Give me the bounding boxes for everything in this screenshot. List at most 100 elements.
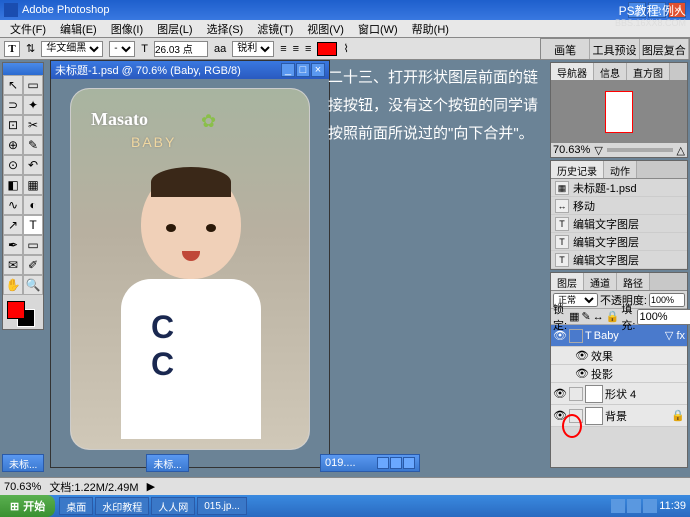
- start-button[interactable]: ⊞开始: [0, 495, 55, 517]
- wand-tool[interactable]: ✦: [23, 95, 43, 115]
- tab-channels[interactable]: 通道: [584, 273, 617, 290]
- lock-move-icon[interactable]: ↔: [593, 311, 604, 323]
- tab-paths[interactable]: 路径: [617, 273, 650, 290]
- menu-view[interactable]: 视图(V): [301, 19, 350, 39]
- tab-history[interactable]: 历史记录: [551, 161, 604, 178]
- doc-close-button[interactable]: ×: [311, 63, 325, 77]
- layer-item-baby[interactable]: 👁TBaby▽ fx: [551, 325, 687, 347]
- tab-tool-presets[interactable]: 工具预设: [590, 39, 639, 59]
- pen-tool[interactable]: ✒: [3, 235, 23, 255]
- history-item[interactable]: ↔移动: [551, 197, 687, 215]
- taskbar-item[interactable]: 015.jp...: [197, 497, 247, 515]
- doc2-min[interactable]: [377, 457, 389, 469]
- zoom-in-icon[interactable]: △: [677, 144, 685, 157]
- visibility-icon[interactable]: 👁: [553, 387, 567, 401]
- tray-icon[interactable]: [627, 499, 641, 513]
- menu-edit[interactable]: 编辑(E): [54, 19, 103, 39]
- fill-input[interactable]: [637, 309, 690, 325]
- crop-tool[interactable]: ⊡: [3, 115, 23, 135]
- status-zoom[interactable]: 70.63%: [4, 481, 41, 493]
- tray-icon[interactable]: [643, 499, 657, 513]
- status-arrow-icon[interactable]: ▶: [147, 480, 155, 493]
- align-right-icon[interactable]: ≡: [305, 43, 311, 55]
- doc2-close[interactable]: [403, 457, 415, 469]
- orientation-icon[interactable]: ⇅: [26, 42, 35, 55]
- brush-tool[interactable]: ✎: [23, 135, 43, 155]
- notes-tool[interactable]: ✉: [3, 255, 23, 275]
- lock-paint-icon[interactable]: ✎: [581, 310, 590, 323]
- tab-layers[interactable]: 图层: [551, 273, 584, 290]
- tray-icon[interactable]: [611, 499, 625, 513]
- history-item[interactable]: T编辑文字图层: [551, 233, 687, 251]
- menu-help[interactable]: 帮助(H): [406, 19, 455, 39]
- align-left-icon[interactable]: ≡: [280, 43, 286, 55]
- tab-actions[interactable]: 动作: [604, 161, 637, 178]
- fg-color[interactable]: [7, 301, 25, 319]
- history-item[interactable]: T编辑文字图层: [551, 215, 687, 233]
- document-titlebar[interactable]: 未标题-1.psd @ 70.6% (Baby, RGB/8) _□×: [51, 61, 329, 79]
- menu-select[interactable]: 选择(S): [201, 19, 250, 39]
- align-center-icon[interactable]: ≡: [293, 43, 299, 55]
- eye-icon[interactable]: 👁: [575, 349, 589, 362]
- hand-tool[interactable]: ✋: [3, 275, 23, 295]
- taskbar-item[interactable]: 桌面: [59, 497, 93, 515]
- visibility-icon[interactable]: 👁: [553, 329, 567, 343]
- navigator-preview[interactable]: [551, 81, 687, 143]
- canvas[interactable]: Masato BABY ✿: [71, 89, 309, 449]
- slice-tool[interactable]: ✂: [23, 115, 43, 135]
- font-size-input[interactable]: [154, 41, 208, 57]
- status-docsize[interactable]: 文档:1.22M/2.49M: [49, 479, 138, 495]
- doc-max-button[interactable]: □: [296, 63, 310, 77]
- move-tool[interactable]: ↖: [3, 75, 23, 95]
- doc-tab-2[interactable]: 未标...: [146, 454, 188, 472]
- text-color-swatch[interactable]: [317, 42, 337, 56]
- link-icon[interactable]: [569, 387, 583, 401]
- tab-brushes[interactable]: 画笔: [541, 39, 590, 59]
- toolbox-title[interactable]: [3, 63, 43, 75]
- layer-effects[interactable]: 👁效果: [551, 347, 687, 365]
- clock[interactable]: 11:39: [659, 500, 686, 512]
- link-icon[interactable]: [569, 329, 583, 343]
- historybrush-tool[interactable]: ↶: [23, 155, 43, 175]
- zoom-slider[interactable]: [607, 148, 673, 152]
- warp-text-icon[interactable]: ⌇: [343, 42, 348, 55]
- menu-image[interactable]: 图像(I): [105, 19, 149, 39]
- doc-tab-1[interactable]: 未标...: [2, 454, 44, 472]
- document-window-2[interactable]: 019....: [320, 454, 420, 472]
- antialiasing-select[interactable]: 锐利: [232, 41, 274, 57]
- blur-tool[interactable]: ∿: [3, 195, 23, 215]
- tab-histogram[interactable]: 直方图: [627, 63, 670, 80]
- lasso-tool[interactable]: ⊃: [3, 95, 23, 115]
- tab-layer-comps[interactable]: 图层复合: [640, 39, 689, 59]
- doc-min-button[interactable]: _: [281, 63, 295, 77]
- layer-dropshadow[interactable]: 👁投影: [551, 365, 687, 383]
- eyedropper-tool[interactable]: ✐: [23, 255, 43, 275]
- history-item[interactable]: T编辑文字图层: [551, 251, 687, 269]
- menu-file[interactable]: 文件(F): [4, 19, 52, 39]
- layer-item-shape4[interactable]: 👁形状 4: [551, 383, 687, 405]
- shape-tool[interactable]: ▭: [23, 235, 43, 255]
- tab-navigator[interactable]: 导航器: [551, 63, 594, 80]
- tab-info[interactable]: 信息: [594, 63, 627, 80]
- type-tool-icon[interactable]: T: [4, 41, 20, 57]
- healing-tool[interactable]: ⊕: [3, 135, 23, 155]
- taskbar-item[interactable]: 人人网: [151, 497, 195, 515]
- zoom-out-icon[interactable]: ▽: [594, 144, 602, 157]
- lock-all-icon[interactable]: 🔒: [606, 310, 620, 323]
- marquee-tool[interactable]: ▭: [23, 75, 43, 95]
- gradient-tool[interactable]: ▦: [23, 175, 43, 195]
- zoom-tool[interactable]: 🔍: [23, 275, 43, 295]
- path-tool[interactable]: ↗: [3, 215, 23, 235]
- font-style-select[interactable]: -: [109, 41, 135, 57]
- taskbar-item[interactable]: 水印教程: [95, 497, 149, 515]
- doc2-max[interactable]: [390, 457, 402, 469]
- eye-icon[interactable]: 👁: [575, 367, 589, 380]
- fx-icon[interactable]: ▽ fx: [665, 329, 685, 342]
- menu-filter[interactable]: 滤镜(T): [251, 19, 299, 39]
- font-family-select[interactable]: 华文细黑: [41, 41, 103, 57]
- dodge-tool[interactable]: ◐: [23, 195, 43, 215]
- menu-layer[interactable]: 图层(L): [151, 19, 198, 39]
- stamp-tool[interactable]: ⊙: [3, 155, 23, 175]
- history-item[interactable]: ▦未标题-1.psd: [551, 179, 687, 197]
- lock-trans-icon[interactable]: ▦: [569, 310, 579, 323]
